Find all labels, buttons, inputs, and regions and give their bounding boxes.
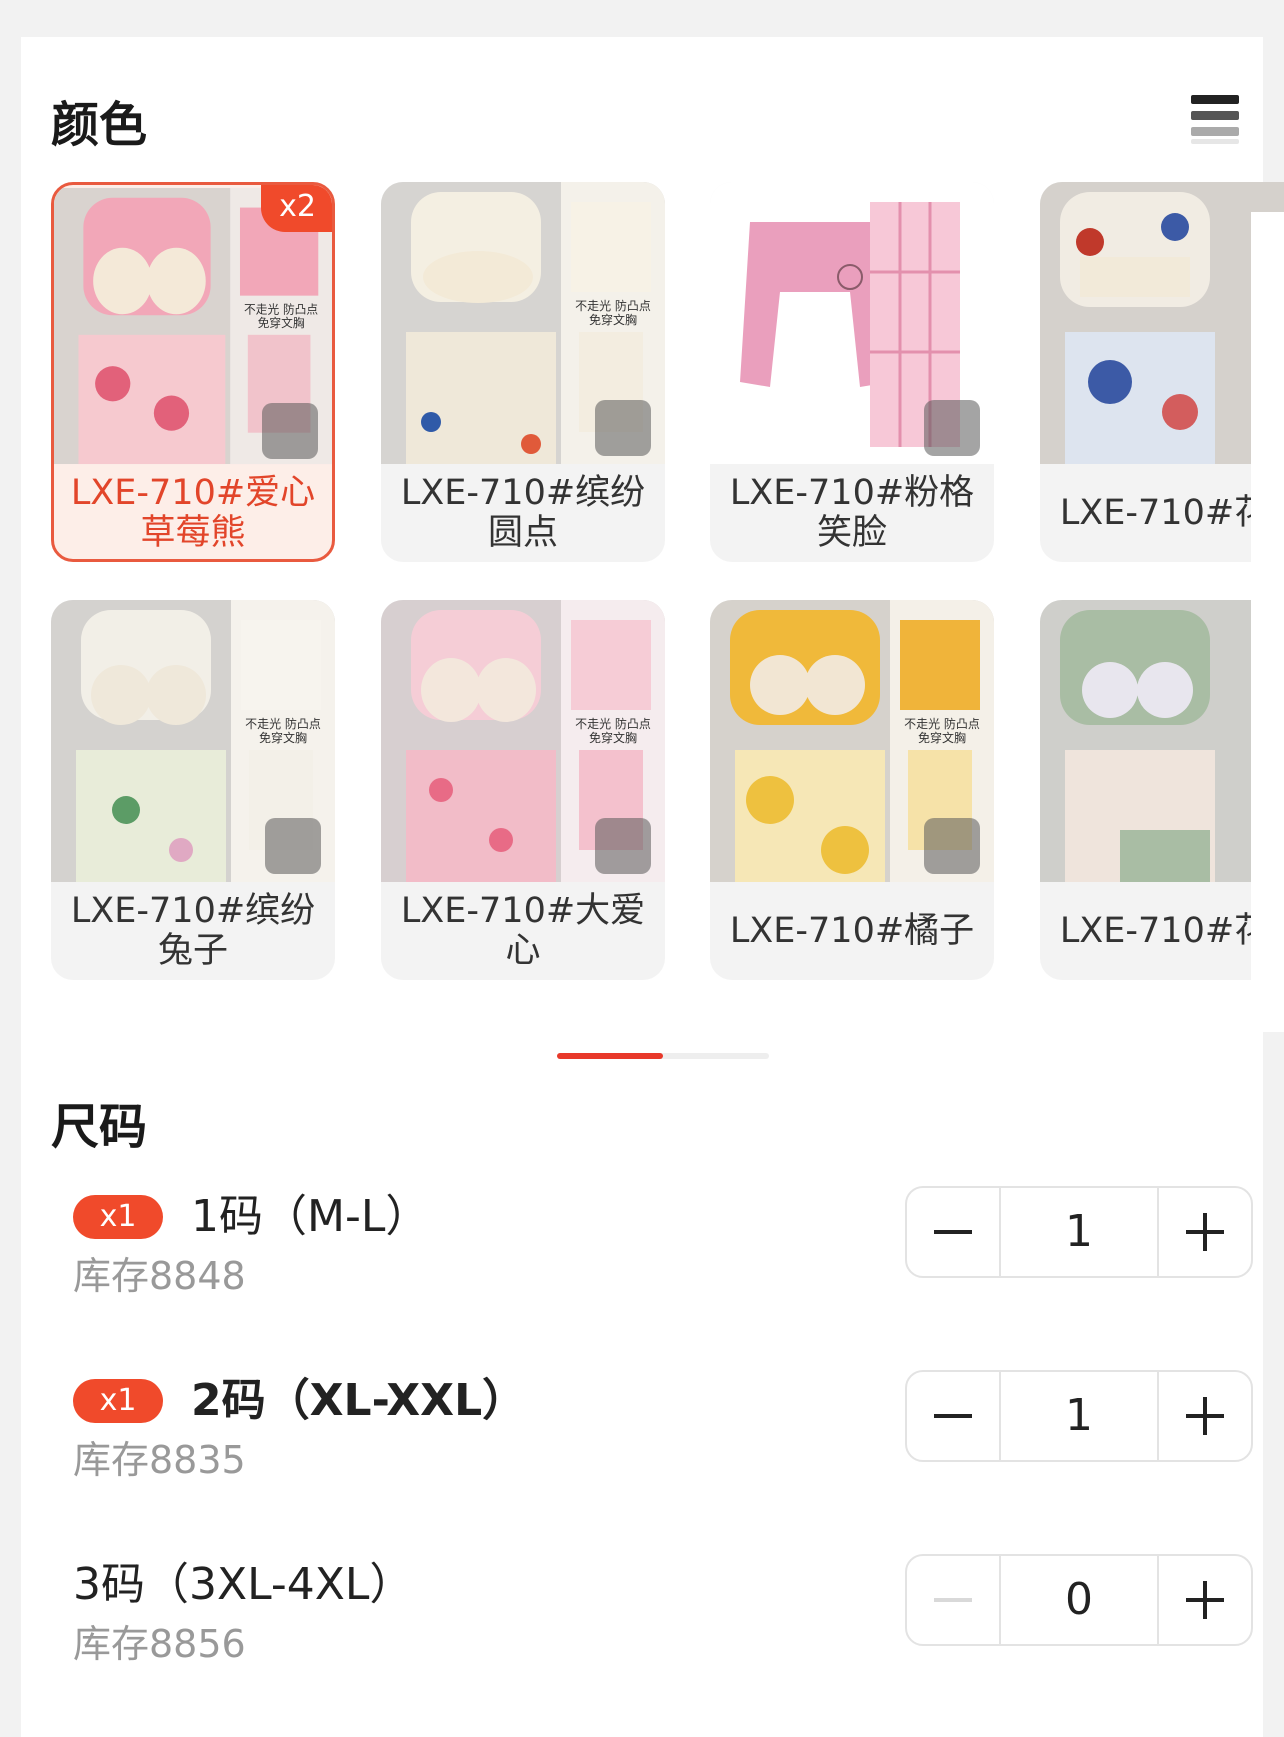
increase-button[interactable]	[1157, 1188, 1251, 1276]
swatch-photo	[1040, 600, 1284, 882]
size-row-2: x1 2码（XL-XXL） 库存8835 1	[73, 1370, 1253, 1482]
color-swatch-fenge-xiaolian[interactable]: LXE-710#粉格笑脸	[710, 182, 994, 562]
minus-icon	[934, 1598, 972, 1602]
list-view-icon[interactable]	[1191, 95, 1241, 145]
svg-text:免穿文胸: 免穿文胸	[258, 316, 305, 330]
plus-icon	[1186, 1397, 1224, 1435]
size-stock: 库存8856	[73, 1622, 246, 1666]
swatch-photo	[1040, 182, 1284, 464]
quantity-value[interactable]: 1	[1001, 1188, 1157, 1276]
size-name: 1码（M-L）	[191, 1191, 430, 1242]
increase-button[interactable]	[1157, 1372, 1251, 1460]
decrease-button[interactable]	[907, 1188, 1001, 1276]
size-section-title: 尺码	[51, 1099, 148, 1155]
quantity-stepper: 1	[905, 1370, 1253, 1462]
color-swatch-binfen-tuzi[interactable]: 不走光 防凸点 免穿文胸 LXE-710#缤纷兔子	[51, 600, 335, 980]
plus-icon	[1186, 1213, 1224, 1251]
size-count-badge: x1	[73, 1379, 163, 1423]
color-swatch-juzi[interactable]: 不走光 防凸点 免穿文胸 LXE-710#橘子	[710, 600, 994, 980]
color-swatch-da-aixin[interactable]: 不走光 防凸点 免穿文胸 LXE-710#大爱心	[381, 600, 665, 980]
size-stock: 库存8848	[73, 1254, 246, 1298]
svg-text:不走光 防凸点: 不走光 防凸点	[575, 716, 651, 731]
carousel-edge-mask	[1251, 212, 1284, 1032]
swatch-label: LXE-710#缤纷兔子	[70, 891, 316, 971]
svg-text:不走光 防凸点: 不走光 防凸点	[904, 716, 980, 731]
plus-icon	[1186, 1581, 1224, 1619]
svg-text:不走光 防凸点: 不走光 防凸点	[245, 716, 321, 731]
sku-selector-panel: 颜色 不走光 防凸点 免穿文胸 x2 LXE-710#爱心草莓熊 不走光 防凸点…	[21, 37, 1284, 1737]
zoom-icon[interactable]	[924, 818, 980, 874]
color-section-title: 颜色	[51, 97, 148, 153]
svg-text:免穿文胸: 免穿文胸	[589, 730, 637, 745]
swatch-label: LXE-710#花朵	[1059, 911, 1284, 951]
swatch-label: LXE-710#粉格笑脸	[729, 473, 975, 553]
color-swatch-huaduo[interactable]: LXE-710#花朵	[1040, 182, 1284, 562]
quantity-value[interactable]: 0	[1001, 1556, 1157, 1644]
quantity-value[interactable]: 1	[1001, 1372, 1157, 1460]
increase-button[interactable]	[1157, 1556, 1251, 1644]
minus-icon	[934, 1414, 972, 1418]
color-swatch-binfen-yuandian[interactable]: 不走光 防凸点 免穿文胸 LXE-710#缤纷圆点	[381, 182, 665, 562]
svg-text:不走光 防凸点: 不走光 防凸点	[244, 302, 318, 316]
svg-text:免穿文胸: 免穿文胸	[589, 312, 637, 327]
color-swatch-aixin-caomeixiong[interactable]: 不走光 防凸点 免穿文胸 x2 LXE-710#爱心草莓熊	[51, 182, 335, 562]
size-row-1: x1 1码（M-L） 库存8848 1	[73, 1186, 1253, 1298]
size-row-3: 3码（3XL-4XL） 库存8856 0	[73, 1554, 1253, 1666]
decrease-button[interactable]	[907, 1372, 1001, 1460]
zoom-icon[interactable]	[595, 818, 651, 874]
size-name: 3码（3XL-4XL）	[73, 1559, 414, 1610]
color-swatch-huaduo-2[interactable]: LXE-710#花朵	[1040, 600, 1284, 980]
selected-count-badge: x2	[261, 185, 332, 232]
quantity-stepper: 1	[905, 1186, 1253, 1278]
swatch-label: LXE-710#缤纷圆点	[400, 473, 646, 553]
svg-text:免穿文胸: 免穿文胸	[918, 730, 966, 745]
carousel-scroll-thumb	[557, 1053, 663, 1059]
swatch-label: LXE-710#橘子	[729, 911, 975, 951]
minus-icon	[934, 1230, 972, 1234]
swatch-label: LXE-710#花朵	[1059, 493, 1284, 533]
size-name: 2码（XL-XXL）	[191, 1375, 527, 1426]
quantity-stepper: 0	[905, 1554, 1253, 1646]
decrease-button[interactable]	[907, 1556, 1001, 1644]
swatch-label: LXE-710#大爱心	[400, 891, 646, 971]
zoom-icon[interactable]	[924, 400, 980, 456]
size-count-badge: x1	[73, 1195, 163, 1239]
size-stock: 库存8835	[73, 1438, 246, 1482]
swatch-label: LXE-710#爱心草莓熊	[70, 473, 316, 553]
svg-text:免穿文胸: 免穿文胸	[259, 730, 307, 745]
svg-text:不走光 防凸点: 不走光 防凸点	[575, 298, 651, 313]
zoom-icon[interactable]	[262, 403, 318, 459]
zoom-icon[interactable]	[595, 400, 651, 456]
zoom-icon[interactable]	[265, 818, 321, 874]
